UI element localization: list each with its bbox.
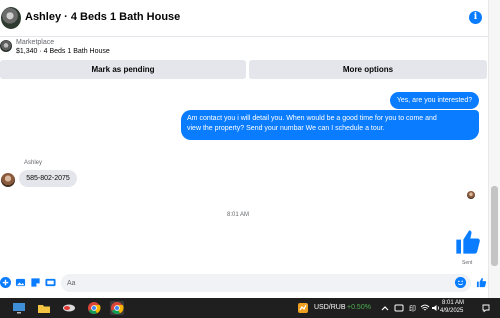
like-icon[interactable] [476, 277, 487, 288]
ticker-icon [298, 303, 308, 313]
emoji-icon[interactable] [455, 277, 466, 288]
clock-date[interactable]: 4/9/2025 [440, 308, 463, 314]
scrollbar[interactable] [488, 0, 500, 298]
ticker-label[interactable]: USD/RUB [314, 304, 346, 311]
message-thread: Yes, are you interested? Am contact you … [0, 84, 488, 272]
ticker-change: +0.50% [347, 304, 371, 311]
message-line: view the property? Send your numbar We c… [187, 125, 385, 132]
gif-icon[interactable] [45, 277, 56, 288]
notification-icon[interactable] [481, 303, 491, 313]
chevron-up-icon[interactable] [380, 303, 390, 313]
thumbs-up-icon[interactable] [454, 228, 482, 256]
computer-icon[interactable] [12, 301, 26, 315]
language-icon[interactable]: 印 [408, 303, 418, 313]
more-options-button[interactable]: More options [249, 60, 487, 79]
listing-thumbnail [0, 40, 12, 52]
mark-as-pending-button[interactable]: Mark as pending [0, 60, 246, 79]
image-icon[interactable] [15, 277, 26, 288]
sender-name: Ashley [24, 160, 43, 166]
chat-title[interactable]: Ashley · 4 Beds 1 Bath House [25, 11, 180, 23]
file-explorer-icon[interactable] [37, 301, 51, 315]
message-timestamp: 8:01 AM [226, 212, 249, 218]
message-input-container[interactable] [61, 274, 471, 292]
sticker-icon[interactable] [30, 277, 41, 288]
message-line: Am contact you i will detail you. When w… [187, 115, 437, 122]
plus-circle-icon[interactable] [0, 277, 11, 288]
taskbar: USD/RUB +0.50% 印 8:01 AM 4/9/2025 [0, 298, 500, 318]
chrome-icon [111, 302, 124, 315]
message-input[interactable] [67, 277, 447, 289]
listing-price-title: $1,340 · 4 Beds 1 Bath House [16, 48, 110, 55]
info-icon[interactable]: i [469, 11, 482, 24]
outgoing-message[interactable]: Am contact you i will detail you. When w… [181, 110, 479, 140]
message-composer [0, 273, 488, 293]
tray-app-icon[interactable] [394, 303, 404, 313]
outgoing-message[interactable]: Yes, are you interested? [390, 92, 479, 109]
seen-indicator-avatar [467, 191, 475, 199]
scrollbar-thumb[interactable] [491, 186, 498, 266]
sent-status: Sent [462, 260, 473, 266]
messenger-app-icon[interactable] [62, 301, 76, 315]
incoming-message[interactable]: 585-802-2075 [19, 170, 77, 187]
listing-source: Marketplace [16, 39, 55, 46]
contact-avatar[interactable] [1, 7, 21, 29]
wifi-icon[interactable] [420, 303, 430, 313]
chat-header: Ashley · 4 Beds 1 Bath House i [0, 0, 488, 37]
active-chrome-window[interactable] [110, 301, 124, 315]
listing-summary[interactable]: Marketplace $1,340 · 4 Beds 1 Bath House [0, 38, 488, 58]
chrome-icon[interactable] [87, 301, 101, 315]
sender-avatar [1, 173, 15, 187]
svg-text:印: 印 [409, 305, 416, 313]
clock-time[interactable]: 8:01 AM [442, 300, 464, 306]
